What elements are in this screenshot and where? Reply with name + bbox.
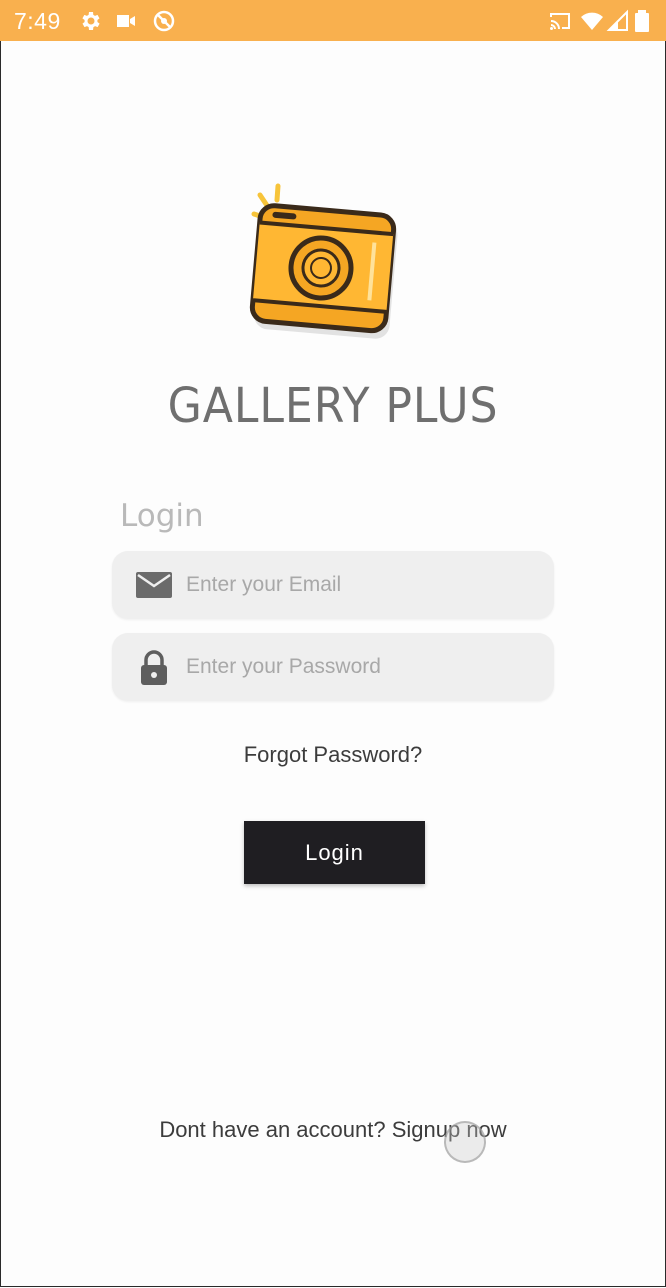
cell-signal-icon bbox=[606, 9, 630, 33]
password-input[interactable] bbox=[186, 647, 536, 687]
do-not-disturb-icon bbox=[152, 9, 176, 33]
touch-indicator bbox=[444, 1121, 486, 1163]
cast-icon bbox=[548, 9, 572, 33]
video-camera-icon bbox=[114, 9, 138, 33]
battery-icon bbox=[634, 9, 650, 33]
signup-link[interactable]: Dont have an account? Signup now bbox=[0, 1117, 666, 1143]
email-field-container[interactable] bbox=[112, 551, 554, 619]
mail-icon bbox=[136, 567, 172, 603]
email-input[interactable] bbox=[186, 565, 536, 605]
lock-icon bbox=[136, 649, 172, 685]
status-bar: 7:49 bbox=[0, 0, 666, 41]
forgot-password-link[interactable]: Forgot Password? bbox=[0, 742, 666, 768]
login-heading: Login bbox=[120, 498, 204, 534]
settings-icon bbox=[78, 9, 102, 33]
login-button[interactable]: Login bbox=[244, 821, 425, 884]
password-field-container[interactable] bbox=[112, 633, 554, 701]
status-time: 7:49 bbox=[14, 8, 61, 34]
camera-logo-icon bbox=[238, 180, 404, 346]
wifi-icon bbox=[580, 9, 604, 33]
app-title: GALLERY PLUS bbox=[167, 378, 499, 434]
